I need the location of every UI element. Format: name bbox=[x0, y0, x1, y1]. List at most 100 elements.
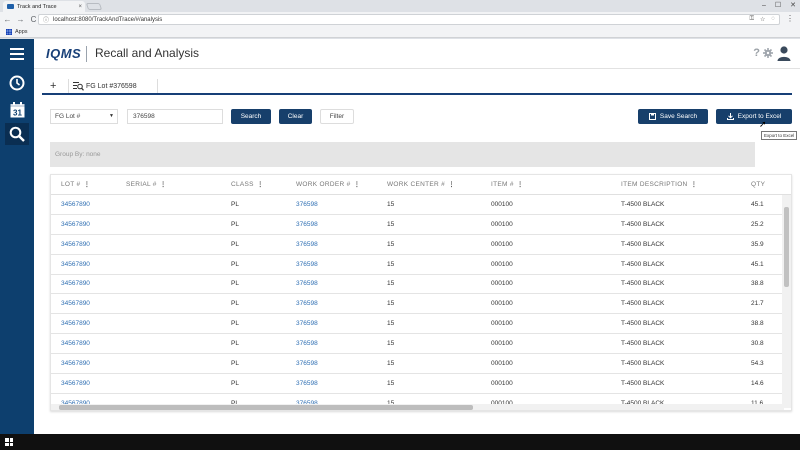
save-search-button[interactable]: Save Search bbox=[638, 109, 708, 124]
cell-work-order[interactable]: 376598 bbox=[296, 294, 318, 314]
extension-icon[interactable]: ◌ bbox=[771, 16, 775, 23]
close-tab-icon[interactable]: × bbox=[78, 4, 82, 10]
cell-item: 000100 bbox=[491, 300, 513, 308]
column-header-work-order[interactable]: WORK ORDER # ⋮ bbox=[296, 175, 360, 195]
cell-work-order[interactable]: 376598 bbox=[296, 314, 318, 334]
apps-bookmark[interactable]: Apps bbox=[15, 29, 28, 35]
close-window-button[interactable]: ✕ bbox=[790, 0, 796, 11]
new-tab-button[interactable] bbox=[85, 3, 103, 10]
export-excel-button[interactable]: Export to Excel bbox=[716, 109, 792, 124]
vertical-scroll-thumb[interactable] bbox=[784, 207, 789, 287]
cell-work-order[interactable]: 376598 bbox=[296, 195, 318, 215]
url-text[interactable]: localhost:8080/TrackAndTrace/#/analysis bbox=[53, 17, 745, 23]
lot-number-input[interactable]: 376598 bbox=[127, 109, 223, 124]
field-select-value: FG Lot # bbox=[55, 113, 81, 120]
search-nav-icon[interactable] bbox=[5, 123, 29, 145]
column-header-item[interactable]: ITEM # ⋮ bbox=[491, 175, 524, 195]
cell-class: PL bbox=[231, 379, 239, 387]
browser-tabstrip: Track and Trace × – ☐ ✕ bbox=[0, 0, 800, 12]
cell-work-order[interactable]: 376598 bbox=[296, 374, 318, 394]
cell-work-center: 15 bbox=[387, 220, 395, 228]
column-header-class[interactable]: CLASS ⋮ bbox=[231, 175, 264, 195]
back-button[interactable]: ← bbox=[2, 15, 13, 24]
cell-lot[interactable]: 34567890 bbox=[61, 195, 90, 215]
cell-work-center: 15 bbox=[387, 300, 395, 308]
table-row[interactable]: 34567890 PL 376598 15 000100 T-4500 BLACK 38.8 bbox=[51, 274, 784, 295]
user-avatar-icon[interactable] bbox=[776, 45, 792, 61]
column-header-qty[interactable]: QTY bbox=[751, 175, 765, 195]
cell-class: PL bbox=[231, 280, 239, 288]
cell-item: 000100 bbox=[491, 359, 513, 367]
add-tab-button[interactable]: + bbox=[50, 80, 56, 92]
column-header-item-description[interactable]: ITEM DESCRIPTION ⋮ bbox=[621, 175, 697, 195]
cell-work-order[interactable]: 376598 bbox=[296, 215, 318, 235]
field-select[interactable]: FG Lot # ▼ bbox=[50, 109, 118, 124]
cell-work-center: 15 bbox=[387, 359, 395, 367]
list-search-icon bbox=[73, 82, 84, 91]
horizontal-scrollbar[interactable] bbox=[51, 404, 784, 410]
history-clock-icon[interactable] bbox=[5, 72, 29, 94]
table-row[interactable]: 34567890 PL 376598 15 000100 T-4500 BLACK 21.7 bbox=[51, 294, 784, 315]
help-icon[interactable]: ? bbox=[753, 47, 760, 59]
column-header-lot[interactable]: LOT # ⋮ bbox=[61, 175, 90, 195]
download-icon bbox=[726, 113, 734, 120]
column-header-work-center[interactable]: WORK CENTER # ⋮ bbox=[387, 175, 455, 195]
cell-lot[interactable]: 34567890 bbox=[61, 255, 90, 275]
table-row[interactable]: 34567890 PL 376598 15 000100 T-4500 BLACK 30.8 bbox=[51, 334, 784, 354]
column-header-serial[interactable]: SERIAL # ⋮ bbox=[126, 175, 167, 195]
cell-qty: 25.2 bbox=[751, 220, 764, 228]
cell-work-order[interactable]: 376598 bbox=[296, 334, 318, 354]
calendar-icon[interactable]: 31 bbox=[5, 99, 29, 121]
search-button-label: Search bbox=[240, 113, 262, 120]
cell-lot[interactable]: 34567890 bbox=[61, 215, 90, 235]
table-row[interactable]: 34567890 PL 376598 15 000100 T-4500 BLACK 35.9 bbox=[51, 235, 784, 255]
table-row[interactable]: 34567890 PL 376598 15 000100 T-4500 BLACK 54.3 bbox=[51, 354, 784, 374]
cell-item: 000100 bbox=[491, 260, 513, 268]
info-icon[interactable]: ⓘ bbox=[43, 15, 49, 24]
table-row[interactable]: 34567890 PL 376598 15 000100 T-4500 BLACK 38.8 bbox=[51, 314, 784, 335]
cell-work-order[interactable]: 376598 bbox=[296, 255, 318, 275]
search-controls: FG Lot # ▼ 376598 Search Clear Filter Sa… bbox=[50, 109, 792, 125]
forward-button[interactable]: → bbox=[15, 15, 26, 24]
search-button[interactable]: Search bbox=[231, 109, 271, 124]
vertical-scrollbar[interactable] bbox=[782, 195, 791, 408]
cell-qty: 45.1 bbox=[751, 201, 764, 208]
table-row[interactable]: 34567890 PL 376598 15 000100 T-4500 BLACK 45.1 bbox=[51, 255, 784, 275]
filter-button[interactable]: Filter bbox=[320, 109, 354, 124]
browser-menu-icon[interactable]: ⋮ bbox=[786, 13, 794, 25]
table-row[interactable]: 34567890 PL 376598 15 000100 T-4500 BLACK 45.1 bbox=[51, 195, 784, 215]
cell-work-order[interactable]: 376598 bbox=[296, 354, 318, 374]
cell-lot[interactable]: 34567890 bbox=[61, 374, 90, 394]
address-bar[interactable]: ⓘ localhost:8080/TrackAndTrace/#/analysi… bbox=[38, 14, 780, 25]
window-controls: – ☐ ✕ bbox=[762, 0, 796, 11]
group-by-bar[interactable]: Group By: none bbox=[50, 142, 755, 167]
cell-item: 000100 bbox=[491, 240, 513, 248]
cell-lot[interactable]: 34567890 bbox=[61, 314, 90, 334]
tab-label: FG Lot #376598 bbox=[86, 82, 137, 90]
cell-lot[interactable]: 34567890 bbox=[61, 235, 90, 255]
cell-lot[interactable]: 34567890 bbox=[61, 274, 90, 294]
table-row[interactable]: 34567890 PL 376598 15 000100 T-4500 BLACK 14.6 bbox=[51, 374, 784, 394]
cell-class: PL bbox=[231, 339, 239, 347]
cell-class: PL bbox=[231, 320, 239, 328]
browser-tab[interactable]: Track and Trace × bbox=[3, 1, 85, 12]
app-header: IQMS Recall and Analysis ? bbox=[34, 39, 800, 69]
cell-lot[interactable]: 34567890 bbox=[61, 354, 90, 374]
minimize-button[interactable]: – bbox=[762, 0, 766, 11]
settings-gear-icon[interactable] bbox=[763, 48, 773, 58]
cell-lot[interactable]: 34567890 bbox=[61, 334, 90, 354]
horizontal-scroll-thumb[interactable] bbox=[59, 405, 473, 410]
cell-lot[interactable]: 34567890 bbox=[61, 294, 90, 314]
key-icon[interactable]: ⚿ bbox=[749, 16, 754, 23]
cell-work-order[interactable]: 376598 bbox=[296, 274, 318, 294]
cell-work-order[interactable]: 376598 bbox=[296, 235, 318, 255]
bookmark-star-icon[interactable]: ☆ bbox=[760, 16, 765, 23]
cell-item-description: T-4500 BLACK bbox=[621, 201, 665, 208]
clear-button[interactable]: Clear bbox=[279, 109, 312, 124]
windows-start-icon[interactable] bbox=[5, 438, 13, 446]
menu-icon[interactable] bbox=[5, 43, 29, 65]
table-row[interactable]: 34567890 PL 376598 15 000100 T-4500 BLACK 25.2 bbox=[51, 215, 784, 235]
tab-fg-lot[interactable]: FG Lot #376598 bbox=[68, 79, 158, 93]
apps-grid-icon[interactable] bbox=[6, 29, 12, 35]
maximize-button[interactable]: ☐ bbox=[775, 0, 781, 11]
